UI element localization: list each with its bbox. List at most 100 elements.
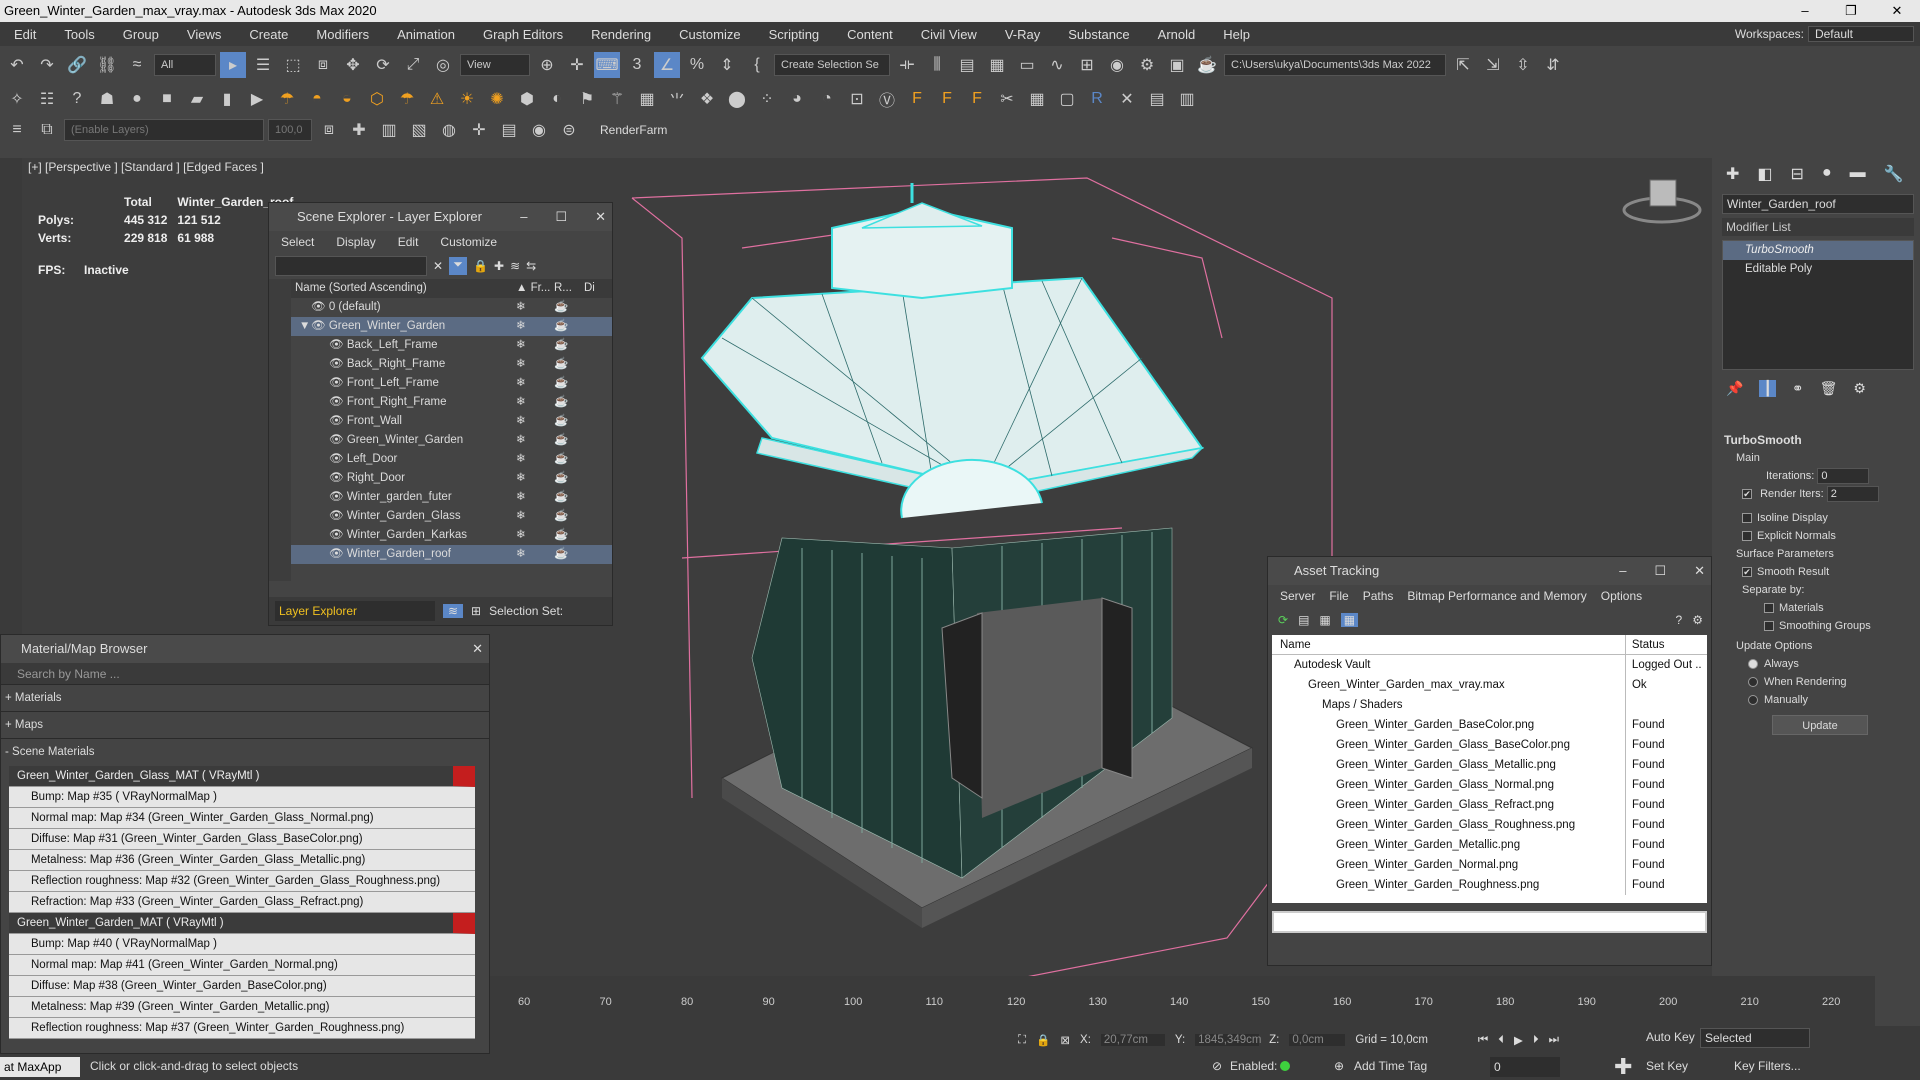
render-iters-checkbox[interactable] [1742,489,1752,500]
motion-tab-icon[interactable]: ● [1822,164,1832,184]
reference-coord-dropdown[interactable]: View [460,54,530,76]
vray-ies-icon[interactable]: ☂ [394,86,420,112]
at-col-name[interactable]: Name [1272,635,1626,654]
project-icon-1[interactable]: ⇱ [1450,52,1476,78]
utilities-tab-icon[interactable]: 🔧 [1884,164,1904,184]
light-lister-icon[interactable]: ◔ [814,86,840,112]
freeze-icon[interactable]: ❄ [516,317,554,336]
rect-selection-icon[interactable]: ⬚ [280,52,306,78]
toggle-layer-explorer-icon[interactable]: ▦ [984,52,1010,78]
map-row[interactable]: Metalness: Map #39 (Green_Winter_Garden_… [9,997,475,1018]
render-icon[interactable]: ☕ [554,526,584,545]
y-coord-field[interactable]: 1845,349cm [1195,1034,1261,1046]
freeze-icon[interactable]: ❄ [516,526,554,545]
layer-row[interactable]: ▼👁 Green_Winter_Garden ❄ ☕ [291,317,612,336]
absolute-mode-icon[interactable]: ⊠ [1060,1033,1070,1047]
menu-modifiers[interactable]: Modifiers [302,27,383,42]
layer-value-spinner[interactable]: 100,0 [268,119,312,141]
z-coord-field[interactable]: 0,0cm [1289,1034,1346,1046]
snaps-icon[interactable]: 3 [624,52,650,78]
explorer-mode-dropdown[interactable]: Layer Explorer [275,601,435,621]
at-settings-icon[interactable]: ⚙ [1692,613,1703,627]
rendered-frame-icon[interactable]: ▣ [1164,52,1190,78]
add-time-tag[interactable]: Add Time Tag [1354,1059,1427,1073]
menu-arnold[interactable]: Arnold [1144,27,1210,42]
at-menu-paths[interactable]: Paths [1363,589,1394,603]
toggle-scene-explorer-icon[interactable]: ▤ [954,52,980,78]
vray-sun-icon[interactable]: ☀ [454,86,480,112]
layer-tool-icon-2[interactable]: ✚ [346,117,372,143]
manually-radio[interactable] [1748,695,1758,706]
vray-scene-icon[interactable]: ❖ [694,86,720,112]
freeze-icon[interactable]: ❄ [516,393,554,412]
enabled-indicator[interactable] [1280,1061,1290,1071]
layer-stack-icon[interactable]: ⧉ [34,117,60,143]
map-row[interactable]: Metalness: Map #36 (Green_Winter_Garden_… [9,850,475,871]
vray-mesh-icon[interactable]: ⬡ [364,86,390,112]
render-icon[interactable]: ☕ [554,317,584,336]
layer-tool-icon-4[interactable]: ▧ [406,117,432,143]
clear-search-icon[interactable]: ✕ [433,259,443,273]
se-col-name[interactable]: Name (Sorted Ascending) [291,279,516,298]
x-icon[interactable]: ✕ [1114,86,1140,112]
set-key-icon[interactable]: ✚ [1614,1054,1632,1080]
layer-tool-icon-8[interactable]: ◉ [526,117,552,143]
make-unique-icon[interactable]: ⚭ [1792,380,1804,397]
layer-row[interactable]: 👁 Front_Left_Frame ❄ ☕ [291,374,612,393]
object-name-field[interactable]: Winter_Garden_roof [1722,194,1914,214]
map-row[interactable]: Normal map: Map #41 (Green_Winter_Garden… [9,955,475,976]
railclone-icon[interactable]: F [964,86,990,112]
align-icon[interactable]: ⫼ [924,52,950,78]
se-col-r[interactable]: R... [554,279,584,298]
multi-material-icon[interactable]: ⁘ [754,86,780,112]
frame-buffer-icon[interactable]: ⊡ [844,86,870,112]
freeze-icon[interactable]: ❄ [516,336,554,355]
filter-icon[interactable]: ⏷ [449,257,468,275]
forest-pack-icon[interactable]: F [904,86,930,112]
visibility-icon[interactable]: 👁 [329,377,344,389]
box-icon[interactable]: ■ [154,86,180,112]
create-tab-icon[interactable]: ✚ [1726,164,1739,184]
at-menu-file[interactable]: File [1329,589,1348,603]
menu-content[interactable]: Content [833,27,907,42]
render-icon[interactable]: ☕ [554,507,584,526]
remove-modifier-icon[interactable]: 🗑 [1820,380,1838,397]
layer-row[interactable]: 👁 Front_Wall ❄ ☕ [291,412,612,431]
render-icon[interactable]: ☕ [554,355,584,374]
vray-clipper-icon[interactable]: ⚚ [604,86,630,112]
table-view-icon[interactable]: ▦ [1340,613,1359,627]
visibility-icon[interactable]: 👁 [329,529,344,541]
close-icon[interactable]: ✕ [595,203,606,231]
render-icon[interactable]: ☕ [554,336,584,355]
vray-logo-icon[interactable]: Ⓥ [874,86,900,112]
vray-grass-icon[interactable]: ⺌ [664,86,690,112]
pivot-icon[interactable]: ⊕ [534,52,560,78]
select-manipulate-icon[interactable]: ✛ [564,52,590,78]
asset-row[interactable]: Green_Winter_Garden_Metallic.png Found [1272,835,1707,855]
update-button[interactable]: Update [1772,715,1868,735]
layer-tool-icon-1[interactable]: ⧈ [316,117,342,143]
stack-item-turbosmooth[interactable]: TurboSmooth [1723,241,1913,260]
always-radio[interactable] [1748,659,1758,670]
asset-row[interactable]: Green_Winter_Garden_Glass_Refract.png Fou… [1272,795,1707,815]
when-rendering-radio[interactable] [1748,677,1758,688]
material-browser-titlebar[interactable]: Material/Map Browser ✕ [1,635,489,663]
at-minimize-icon[interactable]: – [1619,557,1626,585]
asset-row[interactable]: Green_Winter_Garden_Glass_BaseColor.png F… [1272,735,1707,755]
ribbon-icon[interactable]: ▭ [1014,52,1040,78]
project-icon-2[interactable]: ⇲ [1480,52,1506,78]
project-icon-3[interactable]: ⇳ [1510,52,1536,78]
teapot-icon[interactable]: ☗ [94,86,120,112]
renderfarm-label[interactable]: RenderFarm [600,123,667,137]
layer-row[interactable]: 👁 Back_Right_Frame ❄ ☕ [291,355,612,374]
menu-tools[interactable]: Tools [50,27,108,42]
map-row[interactable]: Diffuse: Map #31 (Green_Winter_Garden_Gl… [9,829,475,850]
render-production-icon[interactable]: ☕ [1194,52,1220,78]
at-close-icon[interactable]: ✕ [1694,557,1705,585]
at-menu-options[interactable]: Options [1601,589,1642,603]
layer-row[interactable]: 👁 Green_Winter_Garden ❄ ☕ [291,431,612,450]
list-icon[interactable]: ☷ [34,86,60,112]
cylinder-icon[interactable]: ▮ [214,86,240,112]
menu-group[interactable]: Group [109,27,173,42]
asset-row[interactable]: Green_Winter_Garden_max_vray.max Ok [1272,675,1707,695]
